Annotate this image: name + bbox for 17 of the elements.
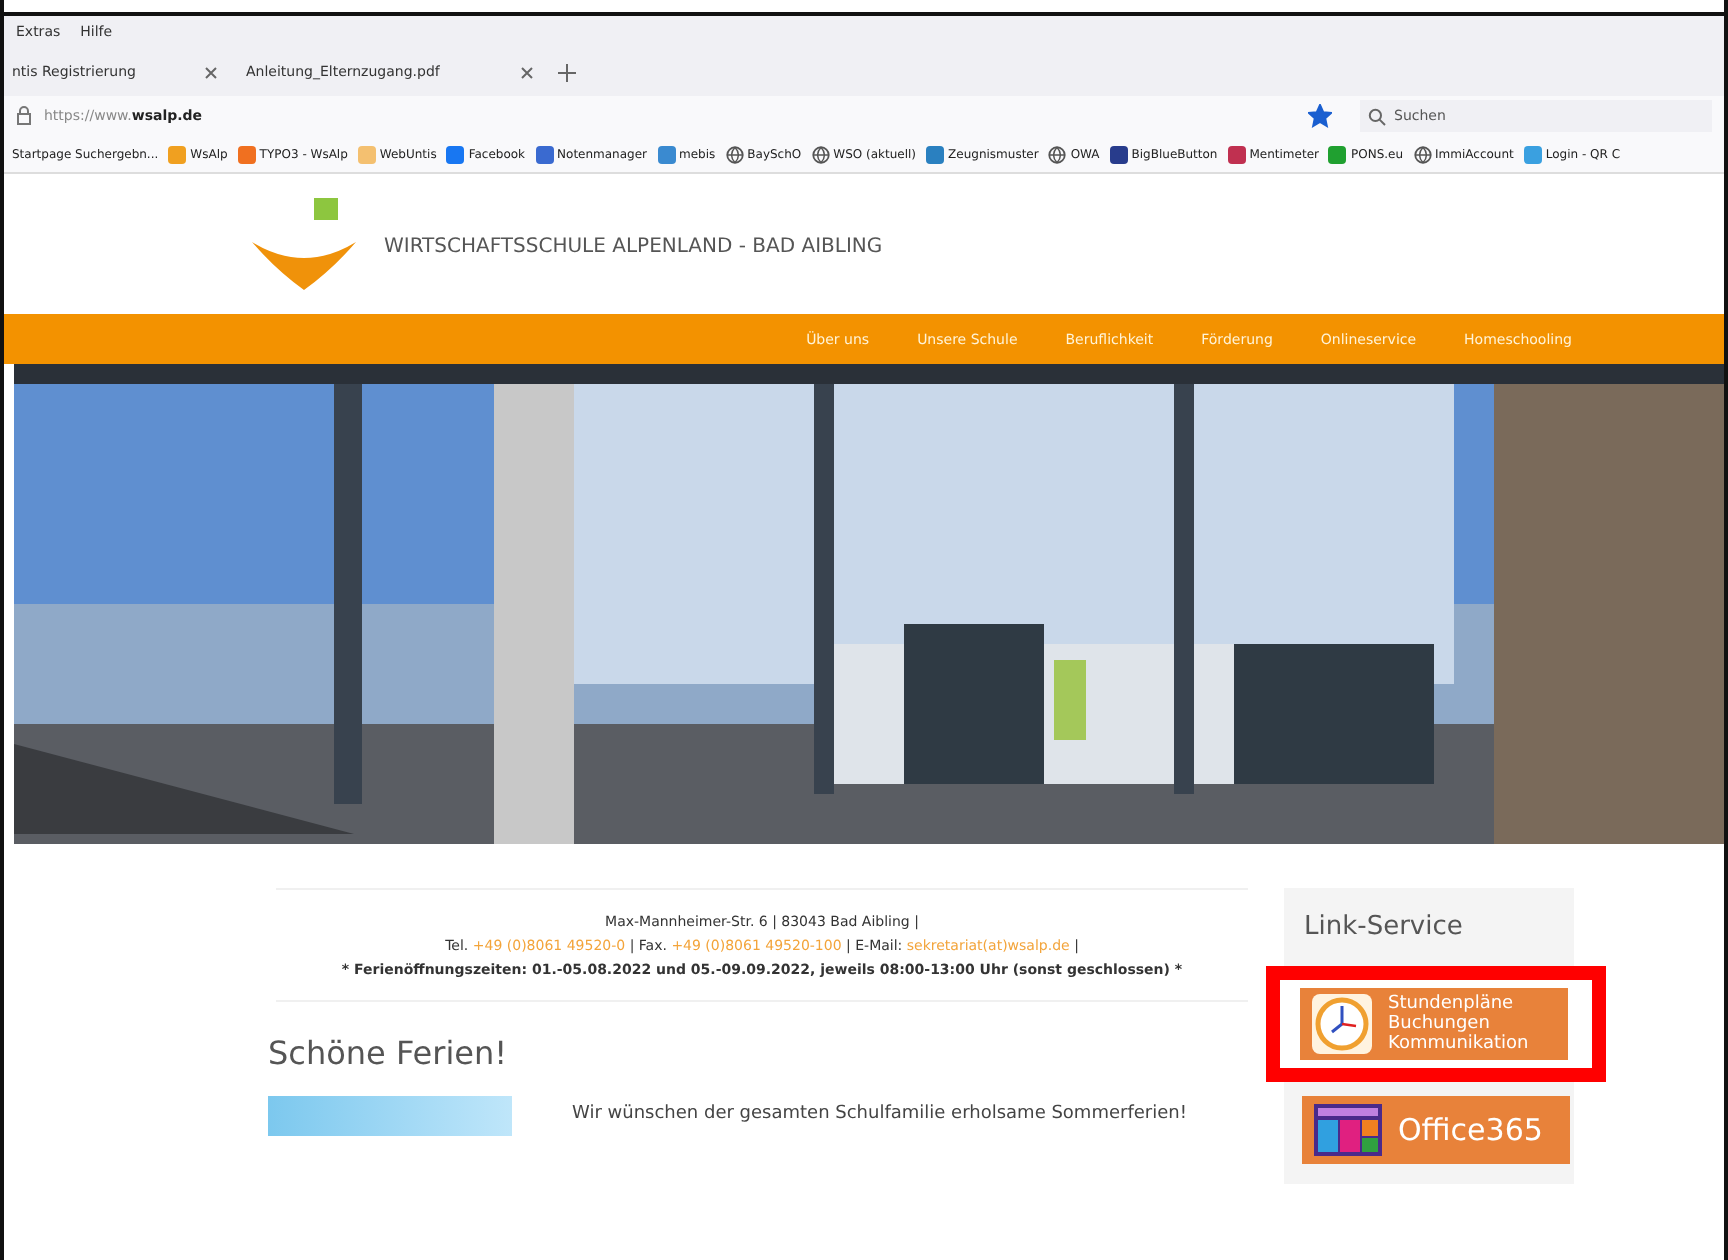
- news-text[interactable]: Wir wünschen der gesamten Schulfamilie erholsame Sommerferien!: [572, 1096, 1187, 1124]
- globe-icon: [1048, 145, 1067, 163]
- school-name: WIRTSCHAFTSSCHULE ALPENLAND - BAD AIBLING: [384, 236, 883, 258]
- close-icon[interactable]: [203, 65, 218, 79]
- globe-icon: [725, 145, 744, 163]
- calendar-grid-icon: [1314, 1104, 1382, 1156]
- search-icon: [1368, 107, 1386, 125]
- lock-icon: [16, 106, 32, 126]
- star-icon[interactable]: [1308, 104, 1332, 128]
- clock-icon: [1312, 994, 1372, 1054]
- school-logo-icon: [248, 198, 360, 294]
- close-icon[interactable]: [519, 65, 534, 79]
- new-tab-icon[interactable]: [557, 63, 576, 81]
- section-heading: Schöne Ferien!: [268, 1034, 510, 1072]
- globe-icon: [811, 145, 830, 163]
- sidebar-title: Link-Service: [1304, 912, 1465, 942]
- globe-icon: [1413, 145, 1432, 163]
